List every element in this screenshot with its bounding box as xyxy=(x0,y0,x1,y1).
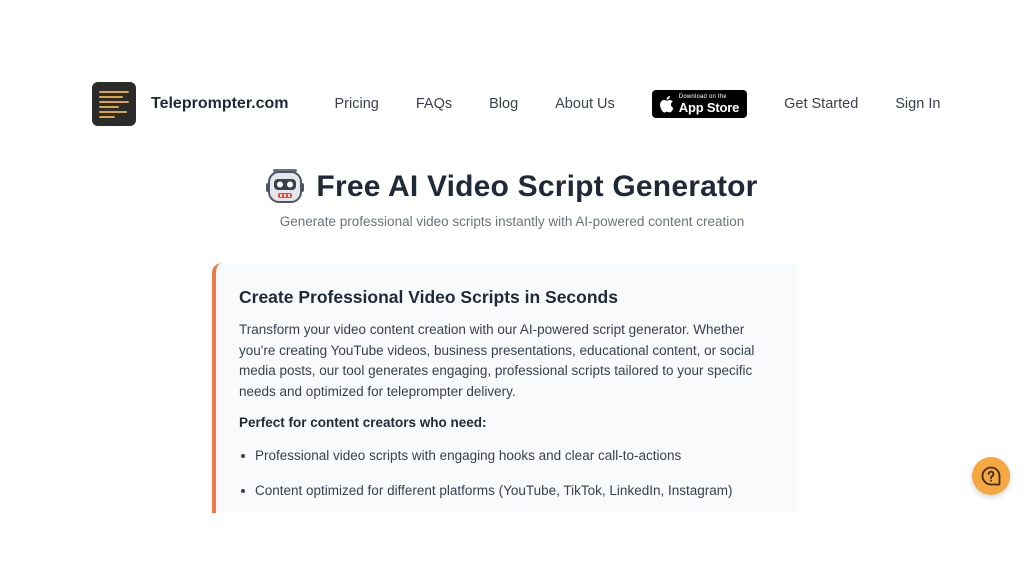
feature-list: Professional video scripts with engaging… xyxy=(239,446,778,501)
brand-name[interactable]: Teleprompter.com xyxy=(151,95,289,113)
page-title: Free AI Video Script Generator xyxy=(316,170,758,203)
help-button[interactable] xyxy=(972,457,1010,495)
sign-in-link[interactable]: Sign In xyxy=(895,96,940,112)
list-item: Content optimized for different platform… xyxy=(239,481,778,501)
nav-link-pricing[interactable]: Pricing xyxy=(335,96,379,112)
card-body-text: Transform your video content creation wi… xyxy=(239,322,755,399)
app-store-button[interactable]: Download on the App Store xyxy=(651,90,748,118)
page-subtitle: Generate professional video scripts inst… xyxy=(279,214,745,229)
card-perfect-label: Perfect for content creators who need: xyxy=(239,415,487,430)
nav-links: Pricing FAQs Blog About Us Download on t… xyxy=(335,90,940,118)
app-store-big-text: App Store xyxy=(678,99,740,115)
hero-title-row: Free AI Video Script Generator xyxy=(0,168,1024,206)
nav-link-about-us[interactable]: About Us xyxy=(555,96,615,112)
get-started-link[interactable]: Get Started xyxy=(784,96,858,112)
logo-icon[interactable] xyxy=(92,82,136,126)
list-item: Professional video scripts with engaging… xyxy=(239,446,778,466)
card-heading: Create Professional Video Scripts in Sec… xyxy=(239,287,618,307)
nav-link-blog[interactable]: Blog xyxy=(489,96,518,112)
navbar: Teleprompter.com Pricing FAQs Blog About… xyxy=(92,82,942,126)
nav-link-faqs[interactable]: FAQs xyxy=(416,96,452,112)
info-card: Create Professional Video Scripts in Sec… xyxy=(212,263,798,513)
apple-icon xyxy=(659,96,674,113)
robot-icon xyxy=(266,169,305,203)
help-question-icon xyxy=(981,466,1001,486)
